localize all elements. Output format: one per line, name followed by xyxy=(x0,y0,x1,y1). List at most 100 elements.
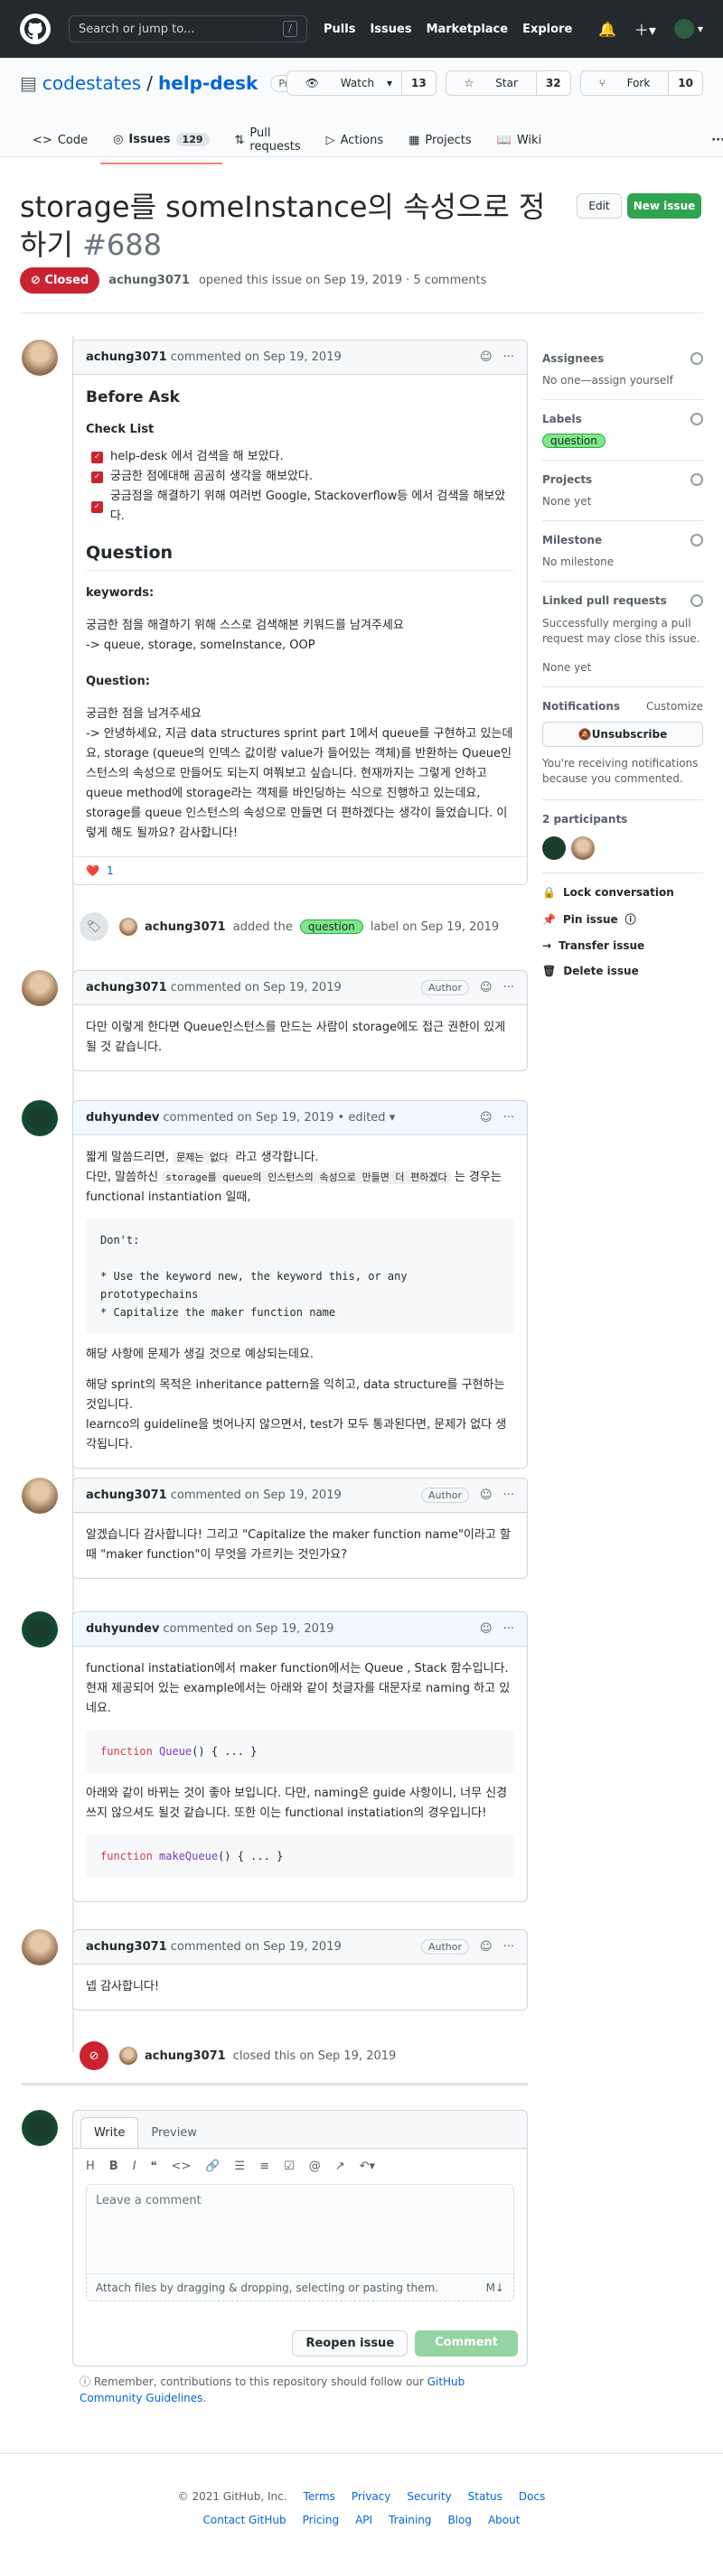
tab-pull-requests[interactable]: ⇅ Pull requests xyxy=(222,119,314,164)
bell-icon[interactable]: 🔔 xyxy=(598,21,616,38)
labels-header[interactable]: Labels xyxy=(542,413,703,425)
smiley-icon[interactable]: ☺ xyxy=(480,350,493,364)
avatar[interactable] xyxy=(22,970,58,1006)
footer-link-training[interactable]: Training xyxy=(389,2514,431,2526)
edit-button[interactable]: Edit xyxy=(577,193,622,219)
issue-author-link[interactable]: achung3071 xyxy=(108,274,190,287)
projects-header[interactable]: Projects xyxy=(542,473,703,486)
checkbox-item[interactable]: ✓ help-desk 에서 검색을 해 보았다. xyxy=(91,447,514,467)
checkbox-item[interactable]: ✓ 궁금점을 해결하기 위해 여러번 Google, Stackoverflow등… xyxy=(91,487,514,527)
watch-button[interactable]: 👁 Watch ▾ 13 xyxy=(286,70,437,96)
linked-prs-header[interactable]: Linked pull requests xyxy=(542,594,703,607)
nav-marketplace[interactable]: Marketplace xyxy=(427,23,509,36)
more-icon[interactable]: ··· xyxy=(503,350,514,364)
tab-actions[interactable]: ▷ Actions xyxy=(314,119,397,164)
new-issue-button[interactable]: New issue xyxy=(627,193,701,219)
assignees-header[interactable]: Assignees xyxy=(542,352,703,365)
label-question[interactable]: question xyxy=(299,919,363,934)
gear-icon[interactable] xyxy=(690,473,703,486)
watch-count[interactable]: 13 xyxy=(400,71,436,95)
avatar[interactable] xyxy=(542,836,566,860)
checkbox-item[interactable]: ✓ 궁금한 점에대해 곰곰히 생각을 해보았다. xyxy=(91,467,514,487)
event-user[interactable]: achung3071 xyxy=(145,2049,226,2063)
avatar[interactable] xyxy=(119,2047,137,2065)
comment-author[interactable]: achung3071 xyxy=(86,1940,167,1954)
plus-dropdown-icon[interactable]: ＋▾ xyxy=(634,18,656,40)
more-icon[interactable]: ··· xyxy=(503,1940,514,1954)
tab-projects[interactable]: ▦ Projects xyxy=(396,119,484,164)
gear-icon[interactable] xyxy=(690,413,703,425)
avatar[interactable] xyxy=(22,340,58,376)
reply-icon[interactable]: ↶▾ xyxy=(360,2160,375,2173)
event-user[interactable]: achung3071 xyxy=(145,920,226,934)
bold-icon[interactable]: B xyxy=(109,2160,118,2173)
footer-link-api[interactable]: API xyxy=(355,2514,372,2526)
smiley-icon[interactable]: ☺ xyxy=(480,1622,493,1636)
footer-link-contact[interactable]: Contact GitHub xyxy=(203,2514,286,2526)
repo-name-link[interactable]: help-desk xyxy=(158,72,258,94)
markdown-icon[interactable]: M↓ xyxy=(486,2282,504,2294)
pin-issue-button[interactable]: 📌 Pin issue ⓘ xyxy=(542,911,703,927)
gear-icon[interactable] xyxy=(690,534,703,546)
comment-author[interactable]: duhyundev xyxy=(86,1622,159,1636)
footer-link-docs[interactable]: Docs xyxy=(519,2490,545,2503)
star-button[interactable]: ☆ Star 32 xyxy=(445,70,571,96)
milestone-header[interactable]: Milestone xyxy=(542,534,703,546)
tab-issues[interactable]: ◎ Issues 129 xyxy=(100,119,222,164)
more-icon[interactable]: ··· xyxy=(503,1111,514,1125)
fork-button[interactable]: ⑂ Fork 10 xyxy=(579,70,703,96)
code-icon[interactable]: <> xyxy=(172,2160,192,2173)
footer-link-security[interactable]: Security xyxy=(407,2490,451,2503)
lock-conversation-button[interactable]: 🔒 Lock conversation xyxy=(542,886,703,899)
avatar[interactable] xyxy=(571,836,595,860)
link-icon[interactable]: 🔗 xyxy=(205,2160,220,2173)
gear-icon[interactable] xyxy=(690,352,703,365)
footer-link-status[interactable]: Status xyxy=(468,2490,502,2503)
avatar[interactable] xyxy=(119,918,137,936)
more-icon[interactable]: ··· xyxy=(699,119,723,164)
customize-link[interactable]: Customize xyxy=(646,700,703,713)
reaction-heart[interactable]: ❤️ 1 xyxy=(73,856,527,884)
mention-icon[interactable]: @ xyxy=(309,2160,321,2173)
user-menu[interactable]: ▾ xyxy=(673,19,703,39)
smiley-icon[interactable]: ☺ xyxy=(480,1111,493,1125)
footer-link-privacy[interactable]: Privacy xyxy=(352,2490,390,2503)
more-icon[interactable]: ··· xyxy=(503,1622,514,1636)
task-list-icon[interactable]: ☑ xyxy=(284,2160,295,2173)
reference-icon[interactable]: ↗ xyxy=(335,2160,345,2173)
more-icon[interactable]: ··· xyxy=(503,981,514,994)
reopen-issue-button[interactable]: Reopen issue xyxy=(292,2330,408,2357)
avatar[interactable] xyxy=(22,1611,58,1647)
avatar[interactable] xyxy=(22,1929,58,1965)
assignees-value[interactable]: No one—assign yourself xyxy=(542,374,703,387)
nav-issues[interactable]: Issues xyxy=(370,23,411,36)
avatar[interactable] xyxy=(22,1478,58,1514)
github-logo-icon[interactable] xyxy=(20,14,51,44)
nav-explore[interactable]: Explore xyxy=(522,23,572,36)
heading-icon[interactable]: H xyxy=(86,2160,95,2173)
comment-button[interactable]: Comment xyxy=(415,2330,518,2357)
avatar[interactable] xyxy=(22,1100,58,1136)
bullet-list-icon[interactable]: ☰ xyxy=(235,2160,246,2173)
smiley-icon[interactable]: ☺ xyxy=(480,1489,493,1502)
unsubscribe-button[interactable]: 🔕 Unsubscribe xyxy=(542,722,703,747)
footer-link-about[interactable]: About xyxy=(488,2514,520,2526)
more-icon[interactable]: ··· xyxy=(503,1489,514,1502)
tab-wiki[interactable]: 📖 Wiki xyxy=(484,119,555,164)
comment-author[interactable]: achung3071 xyxy=(86,1489,167,1502)
numbered-list-icon[interactable]: ≡ xyxy=(259,2160,269,2173)
edited-dropdown[interactable]: • edited ▾ xyxy=(338,1111,396,1125)
search-input[interactable]: Search or jump to... / xyxy=(69,15,307,42)
label-question[interactable]: question xyxy=(542,434,606,448)
smiley-icon[interactable]: ☺ xyxy=(480,1940,493,1954)
fork-count[interactable]: 10 xyxy=(668,71,702,95)
nav-pulls[interactable]: Pulls xyxy=(324,23,355,36)
comment-textarea[interactable]: Leave a comment xyxy=(86,2184,514,2274)
repo-owner-link[interactable]: codestates xyxy=(42,72,141,94)
smiley-icon[interactable]: ☺ xyxy=(480,981,493,994)
comment-author[interactable]: achung3071 xyxy=(86,350,167,364)
tab-preview[interactable]: Preview xyxy=(138,2118,210,2148)
italic-icon[interactable]: I xyxy=(133,2160,136,2173)
transfer-issue-button[interactable]: → Transfer issue xyxy=(542,939,703,952)
delete-issue-button[interactable]: 🗑 Delete issue xyxy=(542,965,703,977)
